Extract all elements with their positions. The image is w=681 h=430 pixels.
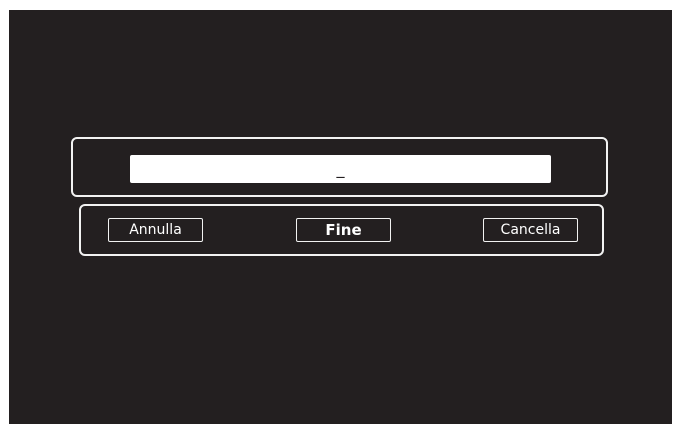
- done-button[interactable]: Fine: [296, 218, 391, 242]
- cancel-button[interactable]: Annulla: [108, 218, 203, 242]
- delete-button[interactable]: Cancella: [483, 218, 578, 242]
- text-entry-field[interactable]: _: [130, 155, 551, 183]
